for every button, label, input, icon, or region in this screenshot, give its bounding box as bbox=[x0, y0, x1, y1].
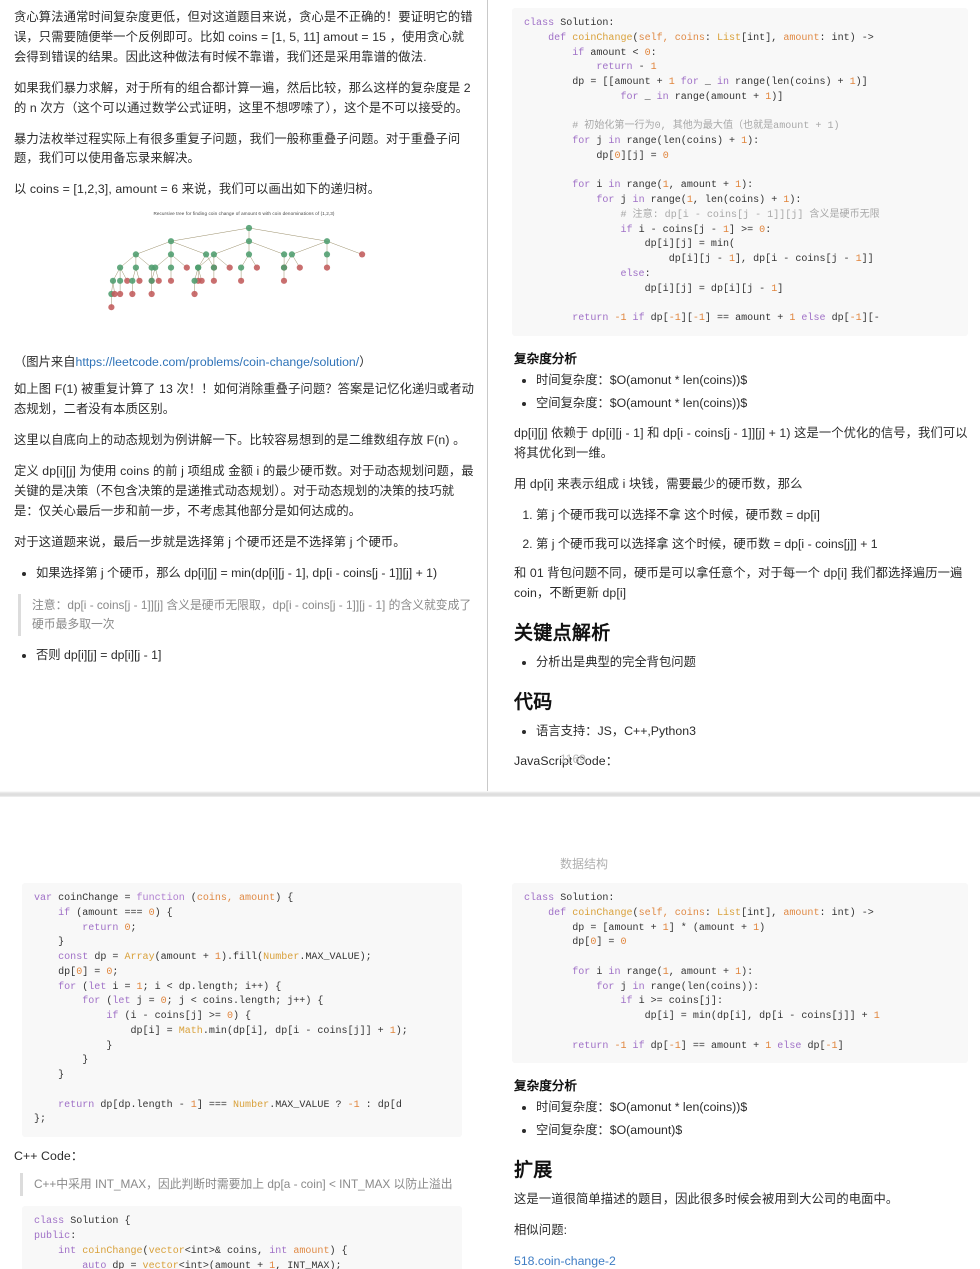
complexity-list-2: 时间复杂度：$O(amonut * len(coins))$ 空间复杂度：$O(… bbox=[514, 1098, 968, 1141]
document-viewer[interactable]: 贪心算法通常时间复杂度更低，但对这道题目来说，贪心是不正确的！要证明它的错误，只… bbox=[0, 0, 980, 1269]
list-item: 否则 dp[i][j] = dp[i][j - 1] bbox=[36, 646, 474, 666]
page-column-left: 贪心算法通常时间复杂度更低，但对这道题目来说，贪心是不正确的！要证明它的错误，只… bbox=[0, 0, 488, 676]
paragraph: 这是一道很简单描述的题目，因此很多时候会被用到大公司的电面中。 bbox=[514, 1192, 899, 1207]
list-item: 时间复杂度：$O(amonut * len(coins))$ bbox=[536, 1098, 968, 1118]
paragraph: 对于这道题来说，最后一步就是选择第 j 个硬币还是不选择第 j 个硬币。 bbox=[14, 534, 406, 549]
image-credit-suffix: ） bbox=[359, 355, 372, 370]
similar-problems-label: 相似问题: bbox=[514, 1223, 568, 1238]
paragraph: 这里以自底向上的动态规划为例讲解一下。比较容易想到的是二维数组存放 F(n) 。 bbox=[14, 433, 466, 448]
image-credit: （图片来自https://leetcode.com/problems/coin-… bbox=[14, 352, 474, 370]
paragraph: 定义 dp[i][j] 为使用 coins 的前 j 项组成 金额 i 的最少硬… bbox=[14, 463, 474, 518]
paragraph: 如上图 F(1) 被重复计算了 13 次！！如何消除重叠子问题？答案是记忆化递归… bbox=[14, 382, 474, 417]
cpp-note-blockquote: C++中采用 INT_MAX，因此判断时需要加上 dp[a - coin] < … bbox=[20, 1173, 474, 1197]
paragraph: 暴力法枚举过程实际上有很多重复子问题，我们一般称重叠子问题。对于重叠子问题，我们… bbox=[14, 131, 461, 166]
similar-problem-link[interactable]: 518.coin-change-2 bbox=[514, 1254, 616, 1268]
list-item: 语言支持：JS，C++,Python3 bbox=[536, 722, 968, 742]
page-column-right-2: class Solution: def coinChange(self, coi… bbox=[490, 883, 980, 1269]
running-head: 数据结构 bbox=[560, 857, 609, 871]
heading-extend: 扩展 bbox=[514, 1160, 553, 1182]
list-item: 第 j 个硬币我可以选择拿 这个时候，硬币数 = dp[i - coins[j]… bbox=[536, 535, 968, 555]
paragraph: 贪心算法通常时间复杂度更低，但对这道题目来说，贪心是不正确的！要证明它的错误，只… bbox=[14, 10, 473, 64]
page-column-left-2: var coinChange = function (coins, amount… bbox=[0, 883, 488, 1269]
cpp-code-label: C++ Code： bbox=[14, 1149, 84, 1164]
list-item: 空间复杂度：$O(amount)$ bbox=[536, 1121, 968, 1141]
formula-bullet-list: 如果选择第 j 个硬币，那么 dp[i][j] = min(dp[i][j - … bbox=[14, 564, 474, 584]
formula-bullet-list-2: 否则 dp[i][j] = dp[i][j - 1] bbox=[14, 646, 474, 666]
recursion-tree-image bbox=[74, 218, 414, 348]
heading-key-points: 关键点解析 bbox=[514, 623, 611, 645]
list-item: 第 j 个硬币我可以选择不拿 这个时候，硬币数 = dp[i] bbox=[536, 506, 968, 526]
leetcode-solution-link[interactable]: https://leetcode.com/problems/coin-chang… bbox=[76, 355, 360, 369]
complexity-list: 时间复杂度：$O(amonut * len(coins))$ 空间复杂度：$O(… bbox=[514, 371, 968, 414]
paragraph: 用 dp[i] 来表示组成 i 块钱，需要最少的硬币数，那么 bbox=[514, 476, 803, 491]
code-block-javascript[interactable]: var coinChange = function (coins, amount… bbox=[22, 883, 462, 1138]
document-page-next: 数据结构 var coinChange = function (coins, a… bbox=[0, 797, 980, 1269]
paragraph: 如果我们暴力求解，对于所有的组合都计算一遍，然后比较，那么这样的复杂度是 2 的… bbox=[14, 80, 471, 115]
language-support-list: 语言支持：JS，C++,Python3 bbox=[514, 722, 968, 742]
decision-list: 第 j 个硬币我可以选择不拿 这个时候，硬币数 = dp[i] 第 j 个硬币我… bbox=[514, 506, 968, 555]
document-page-1169: 贪心算法通常时间复杂度更低，但对这道题目来说，贪心是不正确的！要证明它的错误，只… bbox=[0, 0, 980, 795]
paragraph: 和 01 背包问题不同，硬币是可以拿任意个，对于每一个 dp[i] 我们都选择遍… bbox=[514, 566, 963, 601]
heading-code: 代码 bbox=[514, 692, 553, 714]
page-column-divider bbox=[487, 0, 488, 795]
paragraph: dp[i][j] 依赖于 dp[i][j - 1] 和 dp[i - coins… bbox=[514, 425, 968, 460]
recursion-tree-svg bbox=[108, 225, 366, 311]
list-item: 时间复杂度：$O(amonut * len(coins))$ bbox=[536, 371, 968, 391]
code-block-cpp[interactable]: class Solution { public: int coinChange(… bbox=[22, 1206, 462, 1269]
paragraph: 以 coins = [1,2,3], amount = 6 来说，我们可以画出如… bbox=[14, 182, 381, 197]
list-item: 分析出是典型的完全背包问题 bbox=[536, 653, 968, 673]
note-blockquote: 注意：dp[i - coins[j - 1]][j] 含义是硬币无限取，dp[i… bbox=[18, 593, 474, 636]
complexity-heading: 复杂度分析 bbox=[514, 352, 577, 367]
page-number: 1169 bbox=[560, 752, 586, 766]
figure-caption: Recursive tree for finding coin change o… bbox=[153, 211, 335, 217]
page-column-right: class Solution: def coinChange(self, coi… bbox=[490, 0, 980, 783]
key-points-list: 分析出是典型的完全背包问题 bbox=[514, 653, 968, 673]
code-block-python-1d[interactable]: class Solution: def coinChange(self, coi… bbox=[512, 883, 968, 1064]
recursion-tree-figure: Recursive tree for finding coin change o… bbox=[14, 211, 474, 348]
code-block-python-2d[interactable]: class Solution: def coinChange(self, coi… bbox=[512, 8, 968, 337]
list-item: 空间复杂度：$O(amount * len(coins))$ bbox=[536, 394, 968, 414]
complexity-heading-2: 复杂度分析 bbox=[514, 1079, 577, 1094]
list-item: 如果选择第 j 个硬币，那么 dp[i][j] = min(dp[i][j - … bbox=[36, 564, 474, 584]
image-credit-prefix: （图片来自 bbox=[14, 355, 76, 370]
